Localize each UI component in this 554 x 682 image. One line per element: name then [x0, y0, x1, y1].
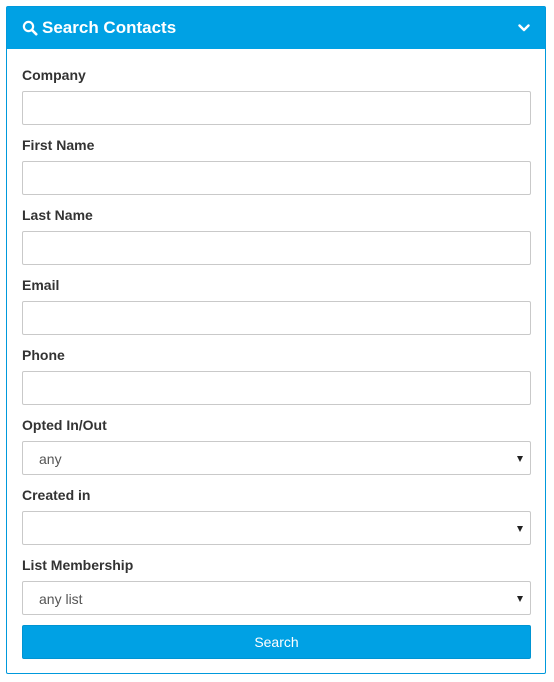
search-icon [22, 20, 38, 36]
first-name-input[interactable] [22, 161, 531, 195]
dropdown-arrow-icon [517, 596, 523, 602]
list-membership-select[interactable]: any list [22, 581, 531, 615]
company-input[interactable] [22, 91, 531, 125]
email-input[interactable] [22, 301, 531, 335]
first-name-field-group: First Name [22, 136, 531, 195]
list-membership-label: List Membership [22, 557, 134, 573]
panel-title: Search Contacts [42, 18, 177, 37]
chevron-down-icon[interactable] [515, 19, 533, 37]
created-in-select[interactable] [22, 511, 531, 545]
last-name-field-group: Last Name [22, 206, 531, 265]
email-label: Email [22, 277, 60, 293]
search-button[interactable]: Search [22, 625, 531, 659]
last-name-input[interactable] [22, 231, 531, 265]
dropdown-arrow-icon [517, 526, 523, 532]
company-field-group: Company [22, 66, 531, 125]
email-field-group: Email [22, 276, 531, 335]
list-membership-field-group: List Membership any list [22, 556, 531, 615]
first-name-label: First Name [22, 137, 95, 153]
search-contacts-panel: Search Contacts Company First Name Last … [6, 6, 546, 674]
opted-select-value: any [39, 451, 62, 467]
last-name-label: Last Name [22, 207, 93, 223]
opted-label: Opted In/Out [22, 417, 107, 433]
phone-label: Phone [22, 347, 65, 363]
created-in-field-group: Created in [22, 486, 531, 545]
phone-input[interactable] [22, 371, 531, 405]
panel-header[interactable]: Search Contacts [7, 7, 545, 49]
opted-field-group: Opted In/Out any [22, 416, 531, 475]
opted-select[interactable]: any [22, 441, 531, 475]
search-form: Company First Name Last Name Email Phone… [7, 49, 545, 659]
created-in-label: Created in [22, 487, 91, 503]
dropdown-arrow-icon [517, 456, 523, 462]
list-membership-select-value: any list [39, 591, 83, 607]
phone-field-group: Phone [22, 346, 531, 405]
company-label: Company [22, 67, 86, 83]
